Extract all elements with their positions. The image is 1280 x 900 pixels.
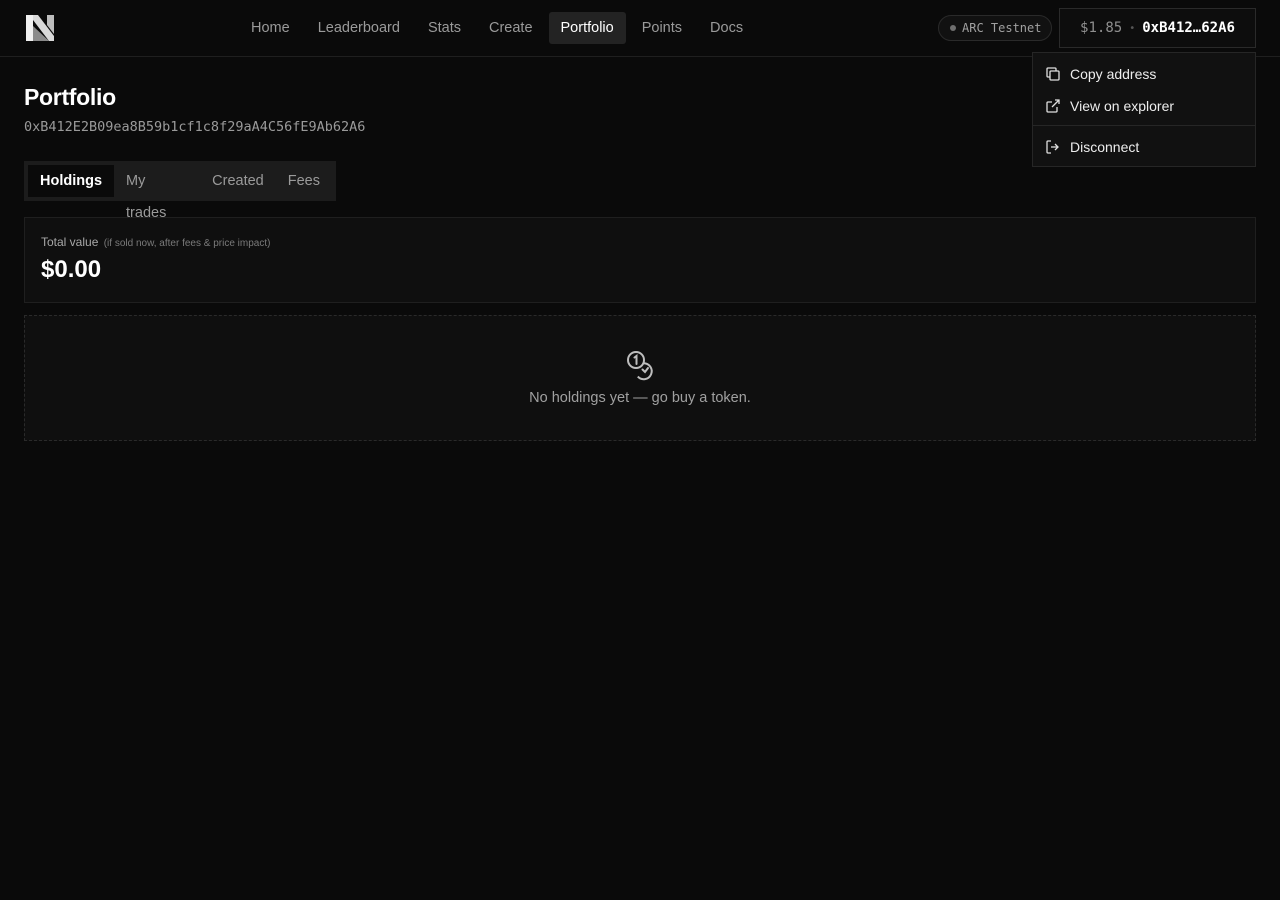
portfolio-tabs: Holdings My trades Created Fees [24,161,336,221]
total-value-amount: $0.00 [41,256,102,283]
top-header: Home Leaderboard Stats Create Portfolio … [0,0,1280,57]
nav-leaderboard[interactable]: Leaderboard [306,12,412,44]
total-value-label: Total value (if sold now, after fees & p… [41,235,270,249]
nav-create[interactable]: Create [477,12,545,44]
view-explorer-item[interactable]: View on explorer [1033,91,1255,121]
nav-points[interactable]: Points [630,12,694,44]
nav-stats[interactable]: Stats [416,12,473,44]
tab-fees[interactable]: Fees [276,165,332,197]
nav-docs[interactable]: Docs [698,12,755,44]
app-logo-icon[interactable] [24,12,56,44]
network-status-dot [950,25,956,31]
wallet-button[interactable]: $1.85 • 0xB412…62A6 [1059,8,1256,48]
total-value-title: Total value [41,235,99,249]
total-value-card: Total value (if sold now, after fees & p… [24,217,1256,303]
wallet-full-address: 0xB412E2B09ea8B59b1cf1c8f29aA4C56fE9Ab62… [24,119,366,135]
tab-holdings[interactable]: Holdings [28,165,115,197]
wallet-balance: $1.85 [1080,20,1123,36]
disconnect-item[interactable]: Disconnect [1033,132,1255,162]
nav-home[interactable]: Home [239,12,302,44]
wallet-dropdown: Copy address View on explorer Disconnect [1032,52,1256,167]
holdings-empty-state: No holdings yet — go buy a token. [24,315,1256,441]
network-label: ARC Testnet [962,21,1042,35]
tab-my-trades[interactable]: My trades [114,165,200,221]
nav-portfolio[interactable]: Portfolio [548,12,626,44]
view-explorer-label: View on explorer [1070,98,1175,114]
disconnect-label: Disconnect [1070,139,1140,155]
main-nav: Home Leaderboard Stats Create Portfolio … [239,12,755,44]
page-title: Portfolio [24,84,116,110]
external-link-icon [1046,99,1060,113]
network-badge: ARC Testnet [938,15,1053,41]
dropdown-divider [1033,125,1255,126]
logout-icon [1046,140,1059,154]
wallet-separator: • [1129,22,1136,34]
copy-address-label: Copy address [1070,66,1157,82]
coins-icon [627,351,653,381]
total-value-note: (if sold now, after fees & price impact) [103,238,271,249]
tab-created[interactable]: Created [200,165,276,197]
empty-state-text: No holdings yet — go buy a token. [529,390,751,406]
copy-icon [1046,67,1060,81]
wallet-address: 0xB412…62A6 [1142,20,1235,36]
copy-address-item[interactable]: Copy address [1033,59,1255,89]
